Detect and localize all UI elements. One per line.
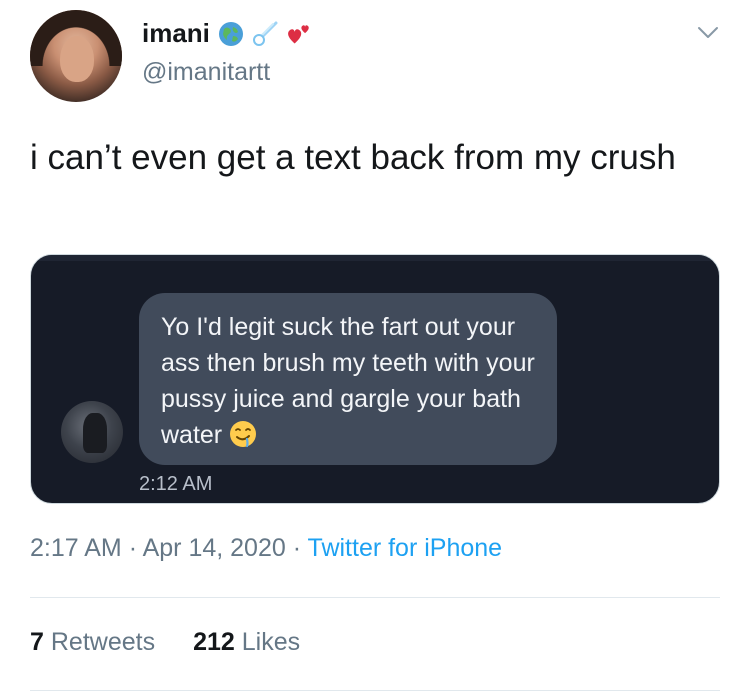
sender-avatar-figure xyxy=(83,413,107,453)
divider-bottom xyxy=(30,690,720,691)
author-name-row: imani xyxy=(142,18,312,49)
author-avatar[interactable] xyxy=(30,10,122,102)
tweet-time[interactable]: 2:17 AM xyxy=(30,534,122,562)
heart-exclamation-emoji-icon xyxy=(288,24,309,44)
drooling-face-emoji-icon xyxy=(230,421,257,448)
tweet-media-screenshot[interactable]: Yo I'd legit suck the fart out your ass … xyxy=(30,254,720,504)
message-bubble: Yo I'd legit suck the fart out your ass … xyxy=(139,293,557,465)
tweet-meta: 2:17 AM · Apr 14, 2020 · Twitter for iPh… xyxy=(30,534,502,563)
chevron-down-icon[interactable] xyxy=(696,20,720,44)
likes-stat[interactable]: 212 Likes xyxy=(193,628,300,657)
avatar-face xyxy=(60,36,94,82)
tweet-date[interactable]: Apr 14, 2020 xyxy=(143,534,286,562)
retweets-stat[interactable]: 7 Retweets xyxy=(30,628,155,657)
tweet-text: i can’t even get a text back from my cru… xyxy=(30,138,676,177)
retweets-count: 7 xyxy=(30,628,44,656)
author-display-name[interactable]: imani xyxy=(142,18,210,49)
divider-top xyxy=(30,597,720,598)
tweet-source-link[interactable]: Twitter for iPhone xyxy=(308,534,503,562)
meta-separator: · xyxy=(128,534,138,562)
message-text: Yo I'd legit suck the fart out your ass … xyxy=(161,313,535,449)
globe-emoji-icon xyxy=(218,21,243,46)
message-timestamp: 2:12 AM xyxy=(139,473,213,495)
sender-avatar xyxy=(61,401,123,463)
likes-count: 212 xyxy=(193,628,235,656)
retweets-label: Retweets xyxy=(50,628,156,656)
comet-emoji-icon xyxy=(252,21,278,46)
author-handle[interactable]: @imanitartt xyxy=(142,58,270,87)
meta-separator-2: · xyxy=(292,534,302,562)
tweet-card: imani @imanitartt i can’t even get a tex… xyxy=(0,0,750,693)
likes-label: Likes xyxy=(241,628,301,656)
tweet-stats: 7 Retweets 212 Likes xyxy=(30,628,300,657)
media-top-edge xyxy=(31,255,719,261)
